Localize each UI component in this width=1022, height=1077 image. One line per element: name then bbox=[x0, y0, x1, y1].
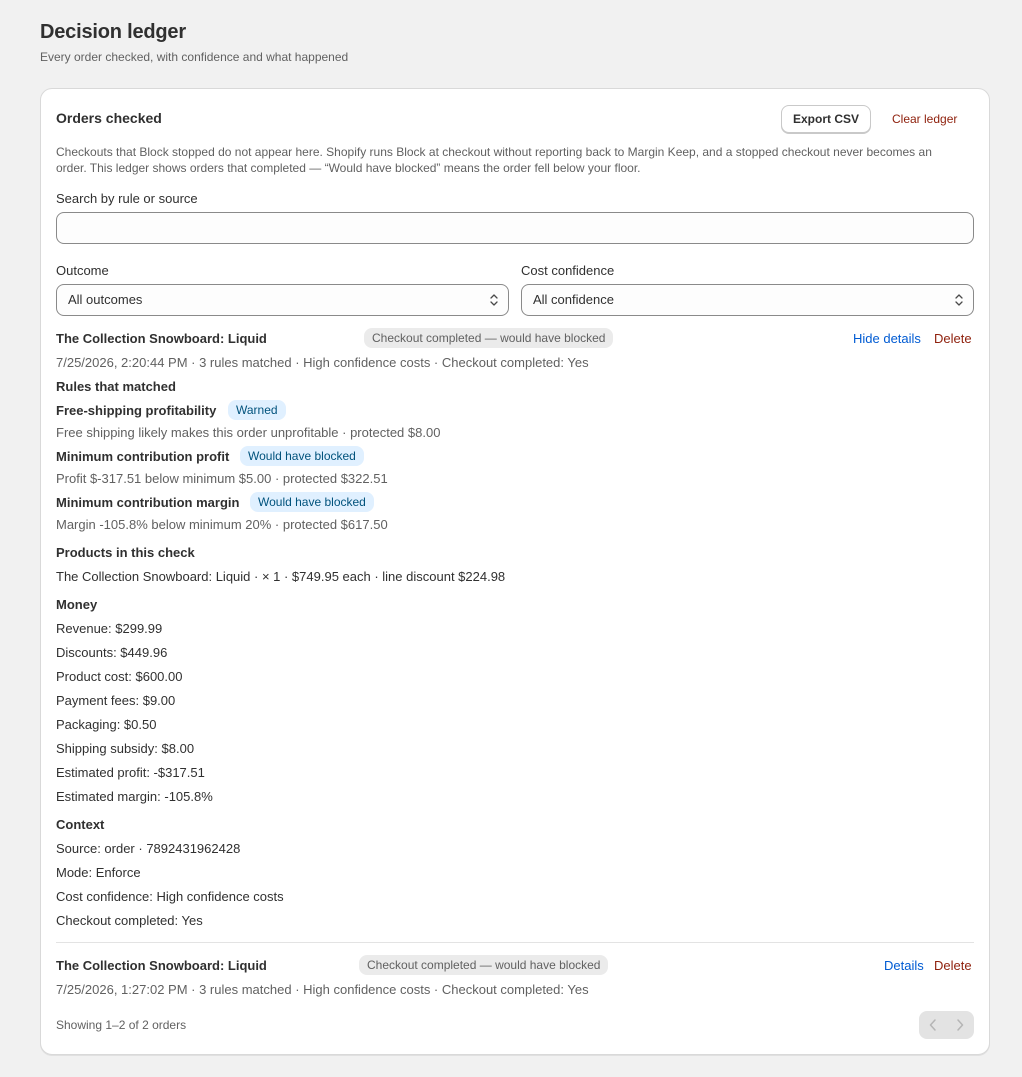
rule-outcome-badge: Warned bbox=[228, 400, 286, 420]
rule-detail: Margin -105.8% below minimum 20% · prote… bbox=[56, 517, 388, 532]
entry-title: The Collection Snowboard: Liquid bbox=[56, 958, 267, 973]
money-line: Product cost: $600.00 bbox=[56, 669, 183, 684]
entry-meta: 7/25/2026, 2:20:44 PM · 3 rules matched … bbox=[56, 355, 589, 370]
money-line: Discounts: $449.96 bbox=[56, 645, 168, 660]
confidence-select[interactable]: All confidence bbox=[521, 284, 974, 316]
search-label: Search by rule or source bbox=[56, 191, 198, 206]
money-line: Estimated margin: -105.8% bbox=[56, 789, 213, 804]
page-subtitle: Every order checked, with confidence and… bbox=[40, 50, 349, 64]
orders-checked-card: Orders checked Export CSV Clear ledger C… bbox=[40, 88, 990, 1055]
chevron-left-icon bbox=[929, 1019, 936, 1031]
rule-detail: Free shipping likely makes this order un… bbox=[56, 425, 441, 440]
context-heading: Context bbox=[56, 817, 105, 832]
money-heading: Money bbox=[56, 597, 98, 612]
product-line: The Collection Snowboard: Liquid · × 1 ·… bbox=[56, 569, 506, 584]
rules-heading: Rules that matched bbox=[56, 379, 176, 394]
page-header: Decision ledger Every order checked, wit… bbox=[40, 20, 348, 64]
showing-count: Showing 1–2 of 2 orders bbox=[56, 1018, 187, 1032]
rule-name: Free-shipping profitability bbox=[56, 403, 217, 418]
status-badge: Checkout completed — would have blocked bbox=[359, 955, 609, 975]
entry-meta: 7/25/2026, 1:27:02 PM · 3 rules matched … bbox=[56, 982, 589, 997]
context-line: Checkout completed: Yes bbox=[56, 913, 203, 928]
rule-detail: Profit $-317.51 below minimum $5.00 · pr… bbox=[56, 471, 388, 486]
hide-details-link[interactable]: Hide details bbox=[853, 331, 921, 347]
export-csv-button[interactable]: Export CSV bbox=[781, 105, 872, 133]
ledger-notice: Checkouts that Block stopped do not appe… bbox=[56, 145, 932, 175]
money-line: Revenue: $299.99 bbox=[56, 621, 163, 636]
previous-page-button[interactable] bbox=[919, 1011, 946, 1039]
products-heading: Products in this check bbox=[56, 545, 195, 560]
outcome-select[interactable]: All outcomes bbox=[56, 284, 509, 316]
card-title: Orders checked bbox=[56, 110, 162, 126]
entry-title: The Collection Snowboard: Liquid bbox=[56, 331, 267, 346]
select-chevrons-icon bbox=[955, 294, 963, 306]
outcome-label: Outcome bbox=[56, 263, 109, 278]
rule-outcome-badge: Would have blocked bbox=[250, 492, 374, 512]
money-line: Payment fees: $9.00 bbox=[56, 693, 176, 708]
delete-link[interactable]: Delete bbox=[934, 331, 972, 347]
entry-divider bbox=[56, 942, 974, 943]
money-line: Shipping subsidy: $8.00 bbox=[56, 741, 195, 756]
context-line: Cost confidence: High confidence costs bbox=[56, 889, 284, 904]
money-line: Packaging: $0.50 bbox=[56, 717, 157, 732]
clear-ledger-button[interactable]: Clear ledger bbox=[882, 105, 967, 133]
details-link[interactable]: Details bbox=[884, 958, 924, 974]
pagination bbox=[919, 1011, 974, 1039]
search-input[interactable] bbox=[56, 212, 974, 244]
outcome-select-value: All outcomes bbox=[68, 292, 143, 307]
chevron-right-icon bbox=[956, 1019, 963, 1031]
delete-link[interactable]: Delete bbox=[934, 958, 972, 974]
confidence-label: Cost confidence bbox=[521, 263, 615, 278]
next-page-button[interactable] bbox=[946, 1011, 973, 1039]
context-line: Source: order · 7892431962428 bbox=[56, 841, 241, 856]
select-chevrons-icon bbox=[490, 294, 498, 306]
rule-outcome-badge: Would have blocked bbox=[240, 446, 364, 466]
page-title: Decision ledger bbox=[40, 21, 186, 43]
rule-name: Minimum contribution margin bbox=[56, 495, 240, 510]
context-line: Mode: Enforce bbox=[56, 865, 141, 880]
status-badge: Checkout completed — would have blocked bbox=[364, 328, 614, 348]
money-line: Estimated profit: -$317.51 bbox=[56, 765, 205, 780]
rule-name: Minimum contribution profit bbox=[56, 449, 230, 464]
confidence-select-value: All confidence bbox=[533, 292, 614, 307]
